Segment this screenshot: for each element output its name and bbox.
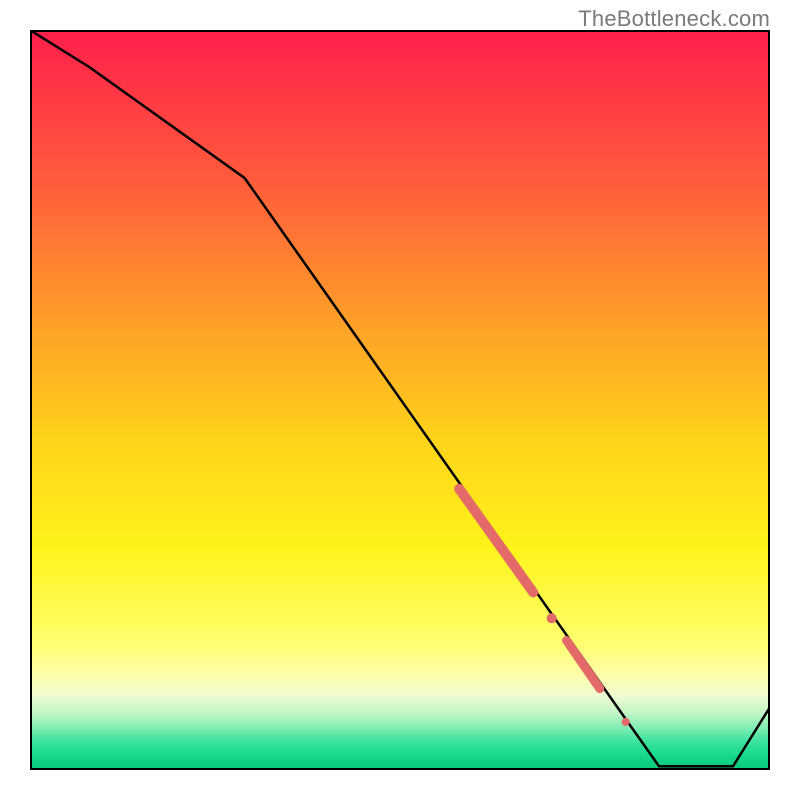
watermark-label: TheBottleneck.com [578, 6, 770, 32]
chart-container: TheBottleneck.com [0, 0, 800, 800]
chart-plot [30, 30, 770, 770]
